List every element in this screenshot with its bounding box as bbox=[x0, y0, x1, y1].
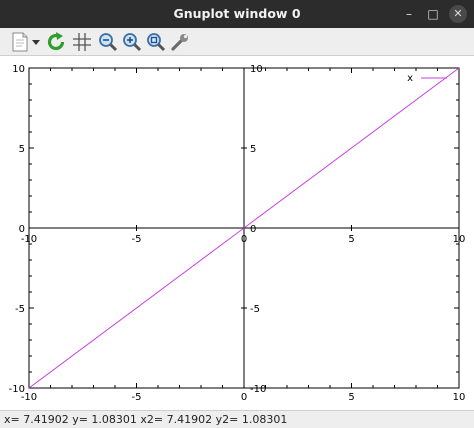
close-button[interactable]: ✕ bbox=[449, 5, 467, 23]
y-tick-label: 10 bbox=[12, 64, 25, 75]
settings-wrench-icon[interactable] bbox=[168, 30, 192, 54]
title-bar: Gnuplot window 0 – □ ✕ bbox=[0, 0, 474, 28]
y-tick-label: -10 bbox=[9, 384, 25, 395]
minimize-button[interactable]: – bbox=[400, 5, 418, 23]
x-axis-tick-label: 10 bbox=[453, 234, 466, 245]
cursor-coordinates: x= 7.41902 y= 1.08301 x2= 7.41902 y2= 1.… bbox=[4, 413, 288, 426]
legend-label: x bbox=[407, 73, 413, 84]
y-tick-label: 0 bbox=[19, 224, 25, 235]
y-tick-label: -5 bbox=[15, 304, 25, 315]
y-axis-tick-label: 0 bbox=[250, 224, 256, 235]
replot-icon[interactable] bbox=[44, 30, 68, 54]
x-axis-tick-label: 0 bbox=[241, 234, 247, 245]
x-tick-label: -5 bbox=[132, 392, 142, 403]
toolbar bbox=[0, 28, 474, 56]
plot-area[interactable]: -10 -10 -5 -5 0 0 5 5 10 10 -10 -10 -5 -5 0 0 5 5 10 10 x bbox=[0, 56, 474, 410]
x-tick-label: 10 bbox=[453, 392, 466, 403]
y-tick-label: 5 bbox=[19, 144, 25, 155]
y-axis-tick-label: -5 bbox=[250, 304, 260, 315]
y-axis-tick-label: -10 bbox=[250, 384, 266, 395]
dropdown-arrow-icon[interactable] bbox=[31, 30, 41, 54]
line-chart[interactable]: -10-10-5-500551010-10 -10-5 -50 05 510 10x bbox=[0, 56, 474, 410]
x-axis-tick-label: -5 bbox=[132, 234, 142, 245]
status-bar: x= 7.41902 y= 1.08301 x2= 7.41902 y2= 1.… bbox=[0, 410, 474, 428]
y-axis-tick-label: 10 bbox=[250, 64, 263, 75]
zoom-reset-icon[interactable] bbox=[144, 30, 168, 54]
x-axis-tick-label: -10 bbox=[21, 234, 37, 245]
zoom-in-icon[interactable] bbox=[120, 30, 144, 54]
grid-icon[interactable] bbox=[70, 30, 94, 54]
x-tick-label: 5 bbox=[348, 392, 354, 403]
y-axis-tick-label: 5 bbox=[250, 144, 256, 155]
zoom-out-icon[interactable] bbox=[96, 30, 120, 54]
x-tick-label: 0 bbox=[241, 392, 247, 403]
export-document-icon[interactable] bbox=[8, 30, 32, 54]
x-axis-tick-label: 5 bbox=[348, 234, 354, 245]
maximize-button[interactable]: □ bbox=[424, 5, 442, 23]
